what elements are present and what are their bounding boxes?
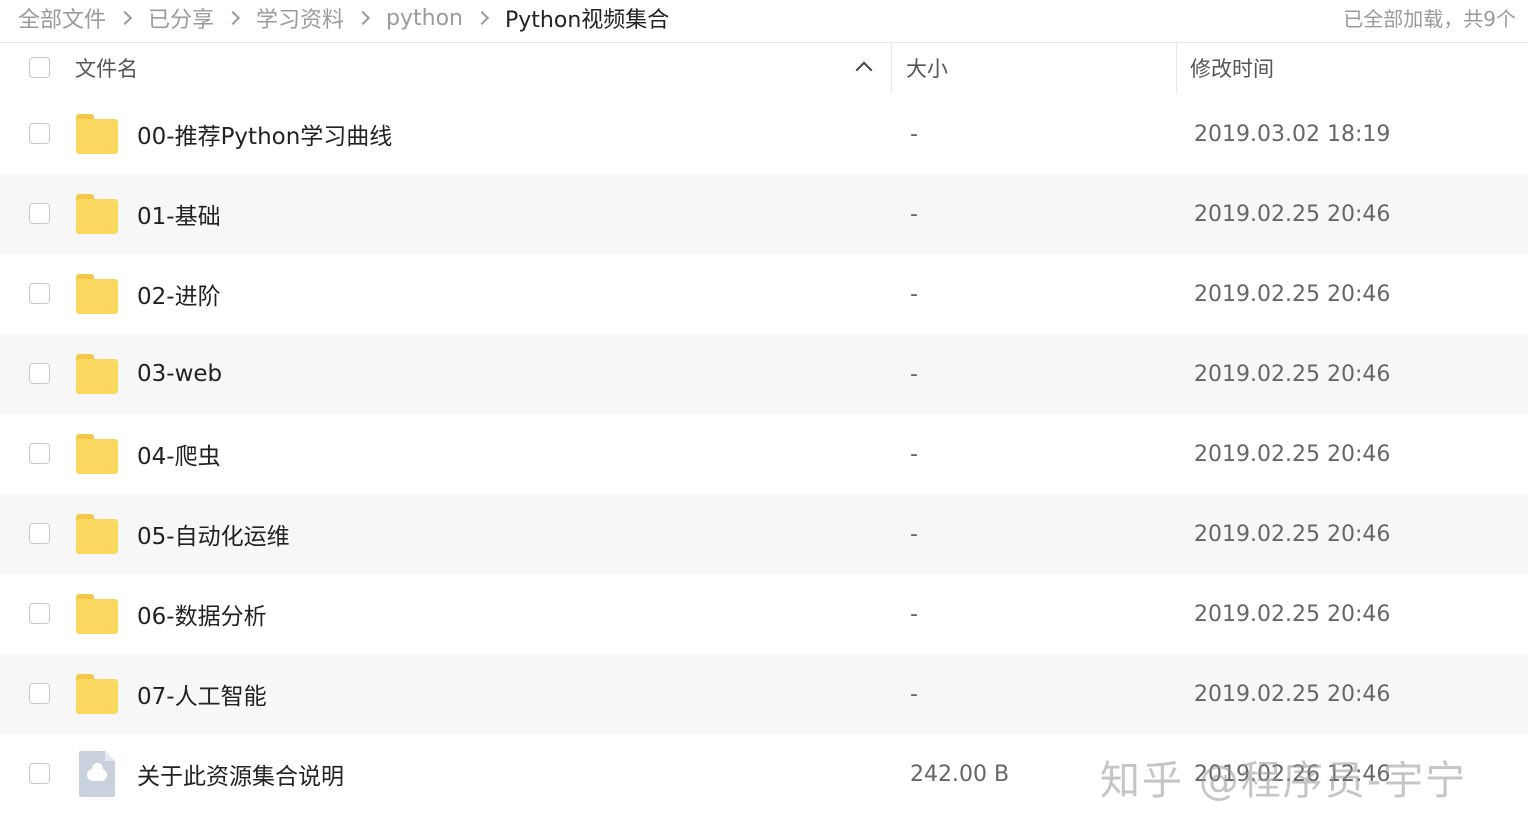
file-name[interactable]: 03-web xyxy=(137,334,222,414)
file-name[interactable]: 02-进阶 xyxy=(137,254,221,334)
folder-icon xyxy=(76,274,118,314)
file-size: 242.00 B xyxy=(910,761,1010,787)
file-name[interactable]: 关于此资源集合说明 xyxy=(137,734,344,814)
table-row[interactable]: 01-基础 - 2019.02.25 20:46 xyxy=(0,174,1528,254)
file-name[interactable]: 01-基础 xyxy=(137,174,221,254)
file-modified-time: 2019.02.25 20:46 xyxy=(1194,521,1391,547)
column-header-name[interactable]: 文件名 xyxy=(75,43,138,93)
file-modified-time: 2019.02.25 20:46 xyxy=(1194,681,1391,707)
file-modified-time: 2019.03.02 18:19 xyxy=(1194,121,1391,147)
chevron-right-icon xyxy=(474,10,490,26)
file-size: - xyxy=(910,441,918,467)
chevron-right-icon xyxy=(117,10,133,26)
file-modified-time: 2019.02.25 20:46 xyxy=(1194,361,1391,387)
select-all-checkbox[interactable] xyxy=(29,57,50,78)
file-name[interactable]: 06-数据分析 xyxy=(137,574,267,654)
file-name[interactable]: 04-爬虫 xyxy=(137,414,221,494)
folder-icon xyxy=(76,114,118,154)
table-row[interactable]: 07-人工智能 - 2019.02.25 20:46 xyxy=(0,654,1528,734)
file-name[interactable]: 00-推荐Python学习曲线 xyxy=(137,94,392,174)
column-header-size[interactable]: 大小 xyxy=(906,43,948,93)
column-header-modified[interactable]: 修改时间 xyxy=(1190,43,1274,93)
file-size: - xyxy=(910,601,918,627)
row-checkbox[interactable] xyxy=(29,523,50,544)
folder-icon xyxy=(76,514,118,554)
folder-icon xyxy=(76,354,118,394)
file-size: - xyxy=(910,201,918,227)
breadcrumb-bar: 全部文件 已分享 学习资料 python Python视频集合 已全部加载，共9… xyxy=(0,0,1528,43)
watermark: 知乎 @程序员-宇宁 xyxy=(1100,758,1468,804)
table-row[interactable]: 06-数据分析 - 2019.02.25 20:46 xyxy=(0,574,1528,654)
column-header: 文件名 大小 修改时间 xyxy=(0,43,1528,93)
file-size: - xyxy=(910,521,918,547)
file-modified-time: 2019.02.25 20:46 xyxy=(1194,441,1391,467)
folder-icon xyxy=(76,194,118,234)
folder-icon xyxy=(76,674,118,714)
row-checkbox[interactable] xyxy=(29,603,50,624)
file-size: - xyxy=(910,361,918,387)
file-name[interactable]: 07-人工智能 xyxy=(137,654,267,734)
table-row[interactable]: 04-爬虫 - 2019.02.25 20:46 xyxy=(0,414,1528,494)
folder-icon xyxy=(76,594,118,634)
row-checkbox[interactable] xyxy=(29,683,50,704)
breadcrumb-study-materials[interactable]: 学习资料 xyxy=(256,2,344,34)
file-size: - xyxy=(910,281,918,307)
sort-ascending-icon[interactable] xyxy=(855,61,873,79)
file-modified-time: 2019.02.25 20:46 xyxy=(1194,281,1391,307)
file-size: - xyxy=(910,681,918,707)
breadcrumb-all-files[interactable]: 全部文件 xyxy=(18,2,106,34)
breadcrumb-current: Python视频集合 xyxy=(505,8,670,33)
breadcrumb: 全部文件 已分享 学习资料 python Python视频集合 xyxy=(18,0,669,36)
breadcrumb-shared[interactable]: 已分享 xyxy=(148,2,214,34)
load-status: 已全部加载，共9个 xyxy=(1343,6,1516,31)
file-size: - xyxy=(910,121,918,147)
folder-icon xyxy=(76,434,118,474)
table-row[interactable]: 03-web - 2019.02.25 20:46 xyxy=(0,334,1528,414)
table-row[interactable]: 02-进阶 - 2019.02.25 20:46 xyxy=(0,254,1528,334)
table-row[interactable]: 00-推荐Python学习曲线 - 2019.03.02 18:19 xyxy=(0,94,1528,174)
chevron-right-icon xyxy=(355,10,371,26)
row-checkbox[interactable] xyxy=(29,763,50,784)
cloud-document-icon xyxy=(79,751,115,797)
row-checkbox[interactable] xyxy=(29,443,50,464)
file-modified-time: 2019.02.25 20:46 xyxy=(1194,201,1391,227)
row-checkbox[interactable] xyxy=(29,123,50,144)
file-browser: 全部文件 已分享 学习资料 python Python视频集合 已全部加载，共9… xyxy=(0,0,1528,840)
row-checkbox[interactable] xyxy=(29,363,50,384)
row-checkbox[interactable] xyxy=(29,283,50,304)
chevron-right-icon xyxy=(225,10,241,26)
table-row[interactable]: 05-自动化运维 - 2019.02.25 20:46 xyxy=(0,494,1528,574)
file-name[interactable]: 05-自动化运维 xyxy=(137,494,290,574)
file-modified-time: 2019.02.25 20:46 xyxy=(1194,601,1391,627)
breadcrumb-python[interactable]: python xyxy=(386,6,463,31)
file-list: 00-推荐Python学习曲线 - 2019.03.02 18:19 01-基础… xyxy=(0,94,1528,814)
column-divider[interactable] xyxy=(1176,43,1177,93)
column-divider[interactable] xyxy=(891,43,892,93)
row-checkbox[interactable] xyxy=(29,203,50,224)
